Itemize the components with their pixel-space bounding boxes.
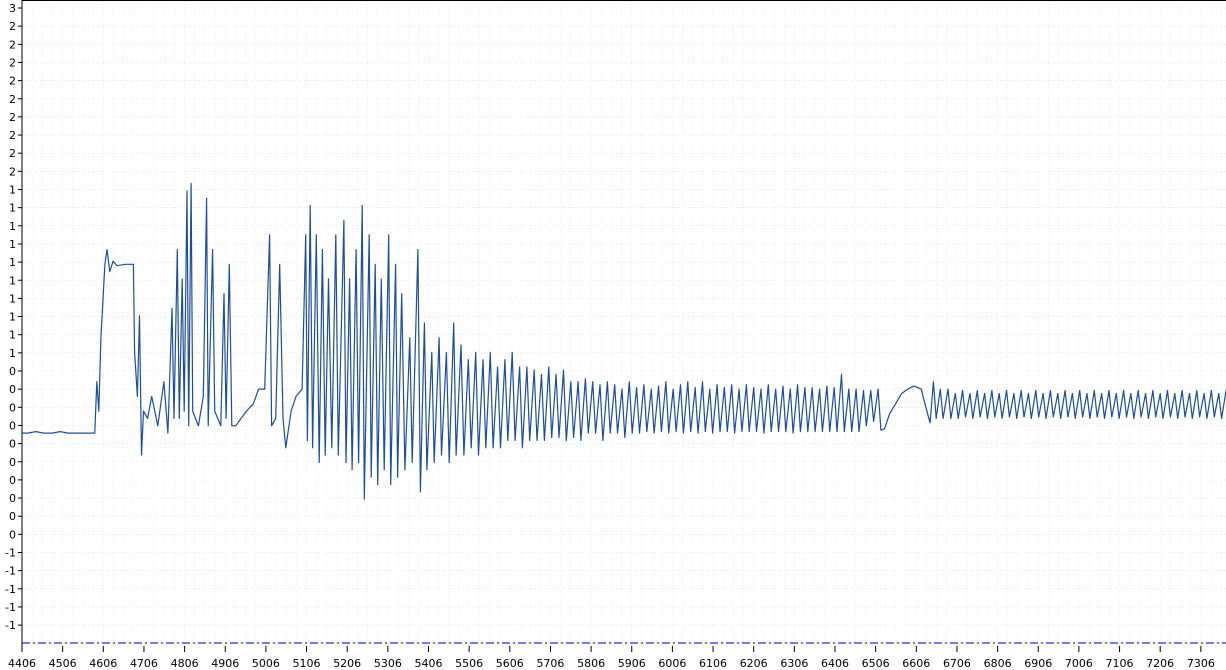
y-tick-label: 0 [9,528,16,541]
y-tick-label: 2 [9,56,16,69]
y-tick-label: 2 [9,93,16,106]
x-tick-label: 4406 [8,657,36,670]
y-tick-label: 2 [9,165,16,178]
x-tick-label: 6606 [902,657,930,670]
x-tick-label: 6906 [1024,657,1052,670]
x-tick-label: 5606 [496,657,524,670]
y-tick-label: 0 [9,510,16,523]
x-tick-label: 5906 [618,657,646,670]
x-tick-label: 6106 [699,657,727,670]
y-tick-label: 0 [9,474,16,487]
y-tick-label: 1 [9,347,16,360]
grid [21,0,1226,646]
y-tick-label: 1 [9,311,16,324]
y-tick-label: 1 [9,274,16,287]
x-tick-label: 6506 [862,657,890,670]
y-tick-label: 2 [9,111,16,124]
x-tick-label: 7006 [1065,657,1093,670]
x-tick-label: 5506 [455,657,483,670]
waveform-chart: 3 2 2 2 2 2 2 2 2 2 1 1 1 1 1 1 1 1 1 1 0 0 0 0 0 0 0 0 0 0 -1 -1 -1 -1 -1… [5,0,1226,670]
y-tick-label: 2 [9,38,16,51]
x-tick-label: 6706 [943,657,971,670]
y-tick-label: 3 [9,2,16,15]
y-tick-label: 1 [9,292,16,305]
y-tick-label: 1 [9,256,16,269]
x-tick-label: 4606 [89,657,117,670]
y-tick-label: 2 [9,20,16,33]
x-tick-label: 5406 [415,657,443,670]
x-tick-label: 7106 [1106,657,1134,670]
y-tick-label: 1 [9,202,16,215]
y-tick-label: 1 [9,220,16,233]
y-tick-label: 0 [9,383,16,396]
y-tick-label: 0 [9,419,16,432]
x-tick-label: 6306 [780,657,808,670]
x-axis-ticks: 4406 4506 4606 4706 4806 4906 5006 5106 5206 5306… [8,646,1215,670]
y-tick-label: -1 [5,583,16,596]
y-tick-label: 1 [9,238,16,251]
x-tick-label: 4506 [49,657,77,670]
x-tick-label: 5106 [293,657,321,670]
y-tick-label: 0 [9,438,16,451]
y-tick-label: 1 [9,184,16,197]
x-tick-label: 6806 [984,657,1012,670]
x-tick-label: 6406 [821,657,849,670]
y-tick-label: 0 [9,456,16,469]
y-tick-label: -1 [5,565,16,578]
x-tick-label: 7306 [1187,657,1215,670]
axes [21,0,1226,652]
x-tick-label: 6206 [740,657,768,670]
x-tick-label: 5006 [252,657,280,670]
series-line [22,182,1226,500]
y-tick-label: 0 [9,401,16,414]
x-tick-label: 4706 [130,657,158,670]
x-tick-label: 4806 [171,657,199,670]
y-tick-label: 1 [9,329,16,342]
x-tick-label: 5806 [577,657,605,670]
x-tick-label: 4906 [211,657,239,670]
series-layer [22,182,1226,500]
x-tick-label: 6006 [658,657,686,670]
y-tick-label: 0 [9,492,16,505]
x-tick-label: 5206 [333,657,361,670]
y-tick-label: -1 [5,601,16,614]
y-tick-label: 2 [9,147,16,160]
y-axis-ticks: 3 2 2 2 2 2 2 2 2 2 1 1 1 1 1 1 1 1 1 1 0 0 0 0 0 0 0 0 0 0 -1 -1 -1 -1 -1 [5,2,22,632]
x-tick-label: 5706 [536,657,564,670]
y-tick-label: -1 [5,619,16,632]
y-tick-label: -1 [5,547,16,560]
x-tick-label: 7206 [1146,657,1174,670]
y-tick-label: 2 [9,75,16,88]
y-tick-label: 2 [9,129,16,142]
x-tick-label: 5306 [374,657,402,670]
y-tick-label: 0 [9,365,16,378]
